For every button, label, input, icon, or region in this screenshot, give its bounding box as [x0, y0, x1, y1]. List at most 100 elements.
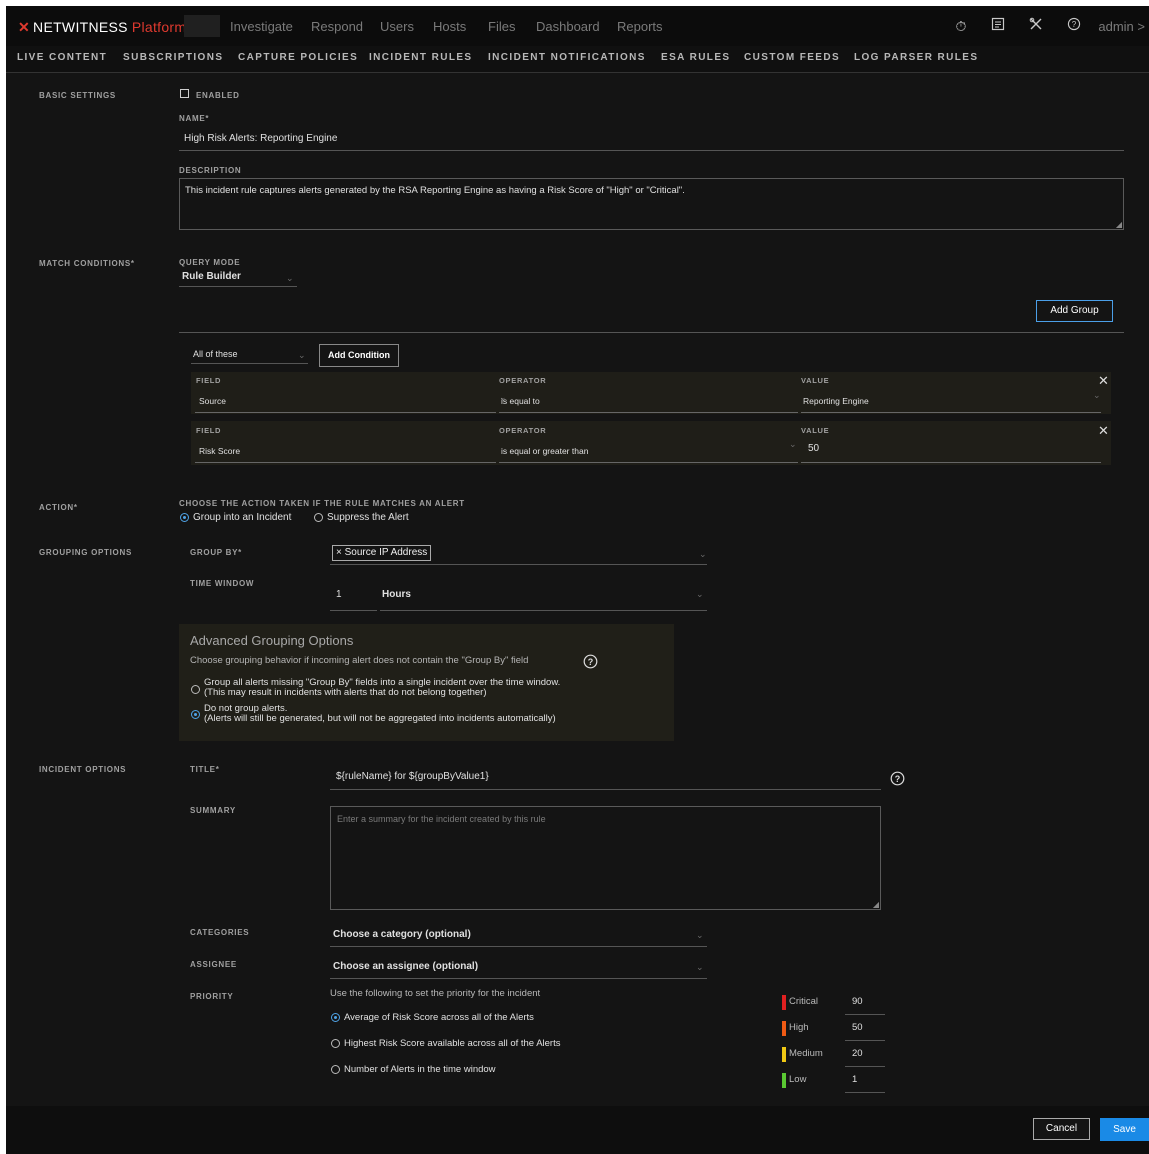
assignee-select[interactable]: Choose an assignee (optional) [333, 961, 478, 972]
title-label: TITLE* [190, 765, 220, 774]
basic-settings-label: BASIC SETTINGS [39, 91, 116, 100]
brand-name: NETWITNESS [33, 19, 128, 35]
all-of-underline [191, 363, 308, 364]
tab-capture-policies[interactable]: CAPTURE POLICIES [238, 52, 358, 63]
help-icon[interactable]: ? [583, 654, 598, 674]
low-threshold-input[interactable]: 1 [852, 1074, 857, 1085]
name-input[interactable]: High Risk Alerts: Reporting Engine [184, 133, 337, 144]
query-mode-select[interactable]: Rule Builder [182, 271, 241, 282]
operator-underline [499, 462, 798, 463]
categories-select[interactable]: Choose a category (optional) [333, 929, 471, 940]
summary-textarea[interactable]: Enter a summary for the incident created… [330, 806, 881, 910]
value-underline [801, 412, 1101, 413]
tab-custom-feeds[interactable]: CUSTOM FEEDS [744, 52, 840, 63]
chevron-down-icon: ⌄ [696, 930, 704, 940]
adv-option-group-radio[interactable] [191, 685, 200, 694]
nav-dashboard[interactable]: Dashboard [536, 19, 600, 34]
radio-icon [314, 512, 323, 522]
medium-label: Medium [789, 1048, 823, 1059]
description-textarea[interactable]: This incident rule captures alerts gener… [179, 178, 1124, 230]
resize-handle-icon[interactable]: ◢ [1116, 220, 1122, 229]
tab-incident-rules[interactable]: INCIDENT RULES [369, 52, 473, 63]
field-underline [195, 412, 496, 413]
chevron-down-icon: ⌄ [696, 962, 704, 972]
netwitness-logo-icon: ✕ [18, 19, 31, 35]
query-mode-underline [179, 286, 297, 287]
value-select[interactable]: Reporting Engine [803, 396, 869, 406]
high-threshold-input[interactable]: 50 [852, 1022, 863, 1033]
summary-label: SUMMARY [190, 806, 236, 815]
nav-investigate[interactable]: Investigate [230, 19, 293, 34]
tab-incident-notifications[interactable]: INCIDENT NOTIFICATIONS [488, 52, 646, 63]
tab-log-parser-rules[interactable]: LOG PARSER RULES [854, 52, 978, 63]
help-icon[interactable]: ? [1065, 17, 1083, 35]
nav-reports[interactable]: Reports [617, 19, 663, 34]
close-icon[interactable]: ✕ [1098, 373, 1109, 389]
time-window-underline [330, 610, 377, 611]
svg-text:?: ? [588, 657, 594, 667]
operator-label: OPERATOR [499, 426, 547, 435]
tab-esa-rules[interactable]: ESA RULES [661, 52, 730, 63]
field-select[interactable]: Source [199, 396, 226, 406]
add-condition-button[interactable]: Add Condition [319, 344, 399, 367]
time-unit-select[interactable]: Hours [382, 589, 411, 600]
resize-handle-icon[interactable]: ◢ [873, 900, 879, 909]
nav-users[interactable]: Users [380, 19, 414, 34]
action-prompt: CHOOSE THE ACTION TAKEN IF THE RULE MATC… [179, 499, 465, 508]
field-label: FIELD [196, 376, 222, 385]
categories-underline [330, 946, 707, 947]
help-icon[interactable]: ? [890, 771, 905, 791]
timer-icon[interactable]: ⏱ [952, 17, 970, 35]
radio-icon [331, 1038, 340, 1048]
tab-live-content[interactable]: LIVE CONTENT [17, 52, 107, 63]
user-menu[interactable]: admin > [1098, 19, 1145, 34]
action-option-suppress-label: Suppress the Alert [327, 512, 409, 523]
tab-subscriptions[interactable]: SUBSCRIPTIONS [123, 52, 223, 63]
value-label: VALUE [801, 426, 830, 435]
all-of-these-select[interactable]: All of these [193, 349, 238, 359]
nav-respond[interactable]: Respond [311, 19, 363, 34]
adv-option-nogroup-radio[interactable] [191, 710, 200, 719]
high-underline [845, 1040, 885, 1041]
operator-select[interactable]: is equal or greater than [501, 446, 588, 456]
field-select[interactable]: Risk Score [199, 446, 240, 456]
tools-icon[interactable] [1027, 17, 1045, 35]
priority-option-average[interactable]: Average of Risk Score across all of the … [331, 1012, 534, 1023]
critical-threshold-input[interactable]: 90 [852, 996, 863, 1007]
categories-label: CATEGORIES [190, 928, 250, 937]
nav-files[interactable]: Files [488, 19, 515, 34]
brand-logo[interactable]: ✕ NETWITNESS Platform [18, 19, 186, 36]
action-option-group[interactable]: Group into an Incident [180, 512, 291, 523]
assignee-label: ASSIGNEE [190, 960, 237, 969]
description-label: DESCRIPTION [179, 166, 242, 175]
medium-threshold-input[interactable]: 20 [852, 1048, 863, 1059]
nav-hosts[interactable]: Hosts [433, 19, 466, 34]
rule-form: BASIC SETTINGS ENABLED NAME* High Risk A… [6, 73, 1149, 1106]
cancel-button[interactable]: Cancel [1033, 1118, 1090, 1140]
group-by-tag[interactable]: × Source IP Address [332, 545, 432, 561]
tasks-icon[interactable] [989, 17, 1007, 35]
advanced-grouping-title: Advanced Grouping Options [190, 633, 354, 648]
condition-row: FIELD OPERATOR VALUE ✕ Risk Score is equ… [191, 421, 1111, 465]
operator-underline [499, 412, 798, 413]
top-navigation: ✕ NETWITNESS Platform Investigate Respond … [6, 6, 1149, 46]
priority-option-highest[interactable]: Highest Risk Score available across all … [331, 1038, 561, 1049]
action-option-suppress[interactable]: Suppress the Alert [314, 512, 409, 523]
action-label: ACTION* [39, 503, 78, 512]
low-color-bar [782, 1073, 786, 1088]
value-input[interactable]: 50 [808, 443, 819, 454]
field-label: FIELD [196, 426, 222, 435]
value-underline [801, 462, 1101, 463]
add-group-button[interactable]: Add Group [1036, 300, 1113, 322]
close-icon[interactable]: ✕ [1098, 423, 1109, 439]
operator-select[interactable]: is equal to [501, 396, 540, 406]
advanced-grouping-desc: Choose grouping behavior if incoming ale… [190, 655, 529, 666]
adv-option-nogroup-line2: (Alerts will still be generated, but wil… [204, 713, 556, 724]
enabled-checkbox[interactable] [180, 89, 189, 98]
save-button[interactable]: Save [1100, 1118, 1149, 1141]
group-by-label: GROUP BY* [190, 548, 242, 557]
time-window-input[interactable]: 1 [336, 589, 342, 600]
title-input[interactable]: ${ruleName} for ${groupByValue1} [336, 771, 489, 782]
medium-underline [845, 1066, 885, 1067]
priority-option-count[interactable]: Number of Alerts in the time window [331, 1064, 496, 1075]
